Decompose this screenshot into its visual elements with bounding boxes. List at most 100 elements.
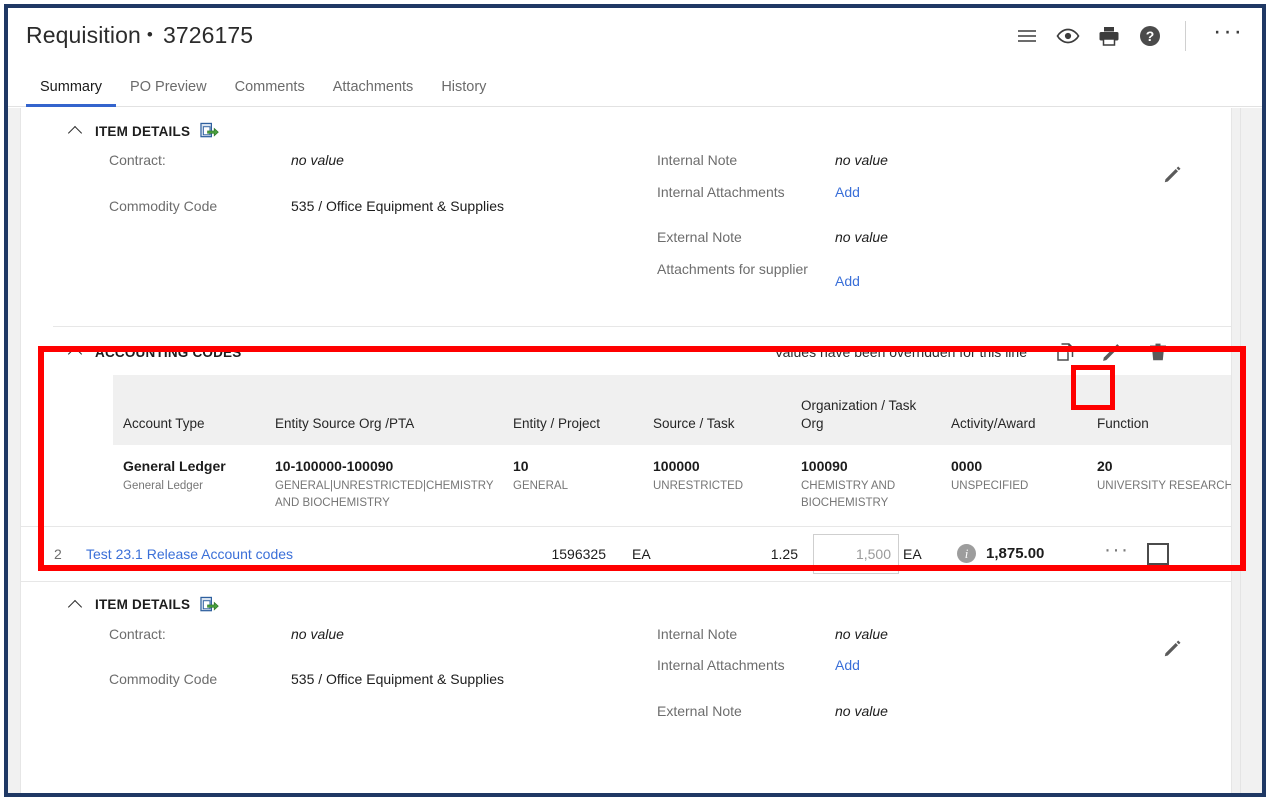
item-details-title-1: ITEM DETAILS	[95, 123, 191, 139]
cell-value: 0000	[951, 458, 983, 474]
column-entity-project: Entity / Project	[505, 375, 645, 445]
field-value: no value	[291, 152, 344, 168]
menu-icon[interactable]	[1015, 24, 1039, 48]
field-label: Internal Attachments	[657, 657, 785, 674]
field-label: Commodity Code	[109, 197, 218, 214]
field-label: Commodity Code	[109, 671, 218, 688]
item-details-header-2: ITEM DETAILS	[21, 582, 1231, 624]
item-details-left-column-2: Contract: no value Commodity Code 535 / …	[21, 624, 641, 733]
line-item-unit-of-measure: EA	[632, 545, 651, 562]
eye-icon[interactable]	[1056, 24, 1080, 48]
line-item-menu-button[interactable]: ···	[1104, 539, 1129, 563]
cell-organization-task-org: 100090 CHEMISTRY AND BIOCHEMISTRY	[793, 445, 943, 526]
tab-attachments[interactable]: Attachments	[319, 79, 428, 106]
item-details-header-1: ITEM DETAILS	[21, 108, 1231, 150]
quantity-input[interactable]	[813, 533, 899, 574]
item-details-right-column-1: Internal Note no value Internal Attachme…	[641, 150, 1231, 317]
content-scroll-area: ITEM DETAILS Contract: no value Commodit…	[8, 108, 1262, 793]
cell-activity-award: 0000 UNSPECIFIED	[943, 445, 1089, 526]
add-internal-attachment-link-1[interactable]: Add	[835, 184, 860, 200]
add-supplier-attachment-link-1[interactable]: Add	[835, 273, 860, 289]
help-icon[interactable]: ?	[1138, 24, 1162, 48]
line-item-catalog-number: 1596325	[551, 545, 606, 562]
item-details-title-2: ITEM DETAILS	[95, 597, 191, 613]
field-value: no value	[835, 625, 888, 642]
page-title: Requisition • 3726175	[26, 22, 253, 49]
item-details-section-2: ITEM DETAILS Contract: no value Commodit…	[21, 582, 1231, 733]
tab-comments[interactable]: Comments	[221, 79, 319, 106]
item-details-right-column-2: Internal Note no value Internal Attachme…	[641, 624, 1231, 733]
field-value: 535 / Office Equipment & Supplies	[291, 197, 504, 214]
cell-subvalue: GENERAL	[513, 480, 568, 493]
table-row: General Ledger General Ledger 10-100000-…	[113, 445, 1231, 526]
cell-value: 100000	[653, 458, 700, 474]
accounting-codes-section: ACCOUNTING CODES Values have been overri…	[21, 327, 1231, 526]
field-internal-attachments-2: Internal Attachments Add	[657, 655, 1231, 677]
cell-subvalue: UNRESTRICTED	[653, 480, 744, 493]
page-title-type: Requisition	[26, 22, 141, 48]
line-item-row-2[interactable]: 2 Test 23.1 Release Account codes 159632…	[21, 525, 1231, 582]
line-item-unit-price: 1.25	[770, 545, 798, 562]
field-internal-note-1: Internal Note no value	[657, 150, 1231, 172]
edit-item-details-pencil-1[interactable]	[1163, 164, 1183, 184]
column-entity-source-org-pta: Entity Source Org /PTA	[267, 375, 505, 445]
override-message: Values have been overridden for this lin…	[774, 344, 1027, 360]
line-item-number: 2	[54, 545, 62, 562]
cell-account-type: General Ledger General Ledger	[113, 445, 267, 526]
vertical-scrollbar[interactable]	[1240, 108, 1254, 793]
field-value: no value	[291, 625, 344, 642]
chevron-up-icon[interactable]	[69, 345, 83, 359]
column-organization-task-org: Organization / Task Org	[793, 375, 943, 445]
field-value: 535 / Office Equipment & Supplies	[291, 671, 504, 688]
application-window: Requisition • 3726175 ? ··· Summary PO P…	[4, 4, 1266, 797]
cell-function: 20 UNIVERSITY RESEARCH	[1089, 445, 1231, 526]
cell-subvalue: GENERAL|UNRESTRICTED|CHEMISTRY AND BIOCH…	[275, 480, 494, 509]
printer-icon[interactable]	[1097, 24, 1121, 48]
document-header: Requisition • 3726175 ? ···	[8, 8, 1262, 63]
cell-subvalue: CHEMISTRY AND BIOCHEMISTRY	[801, 480, 896, 509]
field-label: External Note	[657, 702, 742, 719]
cell-subvalue: UNSPECIFIED	[951, 480, 1029, 493]
field-label: Internal Note	[657, 152, 738, 168]
field-contract-1: Contract: no value	[109, 150, 641, 172]
cell-value: 10	[513, 458, 529, 474]
cell-value: General Ledger	[123, 458, 226, 474]
field-label: Contract:	[109, 625, 166, 642]
edit-pencil-icon[interactable]	[1089, 341, 1135, 363]
field-commodity-code-1: Commodity Code 535 / Office Equipment & …	[109, 196, 641, 218]
field-supplier-attachments-1: Attachments for supplier Add	[657, 259, 1231, 293]
tab-summary[interactable]: Summary	[26, 79, 117, 107]
table-header-row: Account Type Entity Source Org /PTA Enti…	[113, 375, 1231, 445]
line-item-select-checkbox[interactable]	[1147, 542, 1170, 565]
field-value: no value	[835, 702, 888, 719]
chevron-up-icon[interactable]	[69, 124, 83, 138]
cell-entity-project: 10 GENERAL	[505, 445, 645, 526]
line-item-name-link[interactable]: Test 23.1 Release Account codes	[86, 546, 486, 562]
edit-item-details-pencil-2[interactable]	[1163, 638, 1183, 658]
column-account-type: Account Type	[113, 375, 267, 445]
cell-subvalue: General Ledger	[123, 480, 203, 493]
requisition-number: 3726175	[162, 22, 254, 48]
info-icon[interactable]: i	[957, 544, 976, 564]
export-icon[interactable]	[190, 596, 219, 614]
more-options-button[interactable]: ···	[1209, 18, 1248, 48]
field-external-note-2: External Note no value	[657, 701, 1231, 723]
cell-value: 10-100000-100090	[275, 458, 394, 474]
accounting-codes-title: ACCOUNTING CODES	[95, 344, 242, 360]
export-icon[interactable]	[190, 122, 219, 140]
field-label: Internal Attachments	[657, 183, 785, 200]
cell-entity-source-org-pta: 10-100000-100090 GENERAL|UNRESTRICTED|CH…	[267, 445, 505, 526]
add-internal-attachment-link-2[interactable]: Add	[835, 657, 860, 673]
field-commodity-code-2: Commodity Code 535 / Office Equipment & …	[109, 669, 641, 691]
item-details-left-column-1: Contract: no value Commodity Code 535 / …	[21, 150, 641, 317]
trash-icon[interactable]	[1135, 341, 1181, 363]
title-separator: •	[146, 25, 153, 44]
tab-history[interactable]: History	[427, 79, 500, 106]
cell-value: 100090	[801, 458, 848, 474]
tab-po-preview[interactable]: PO Preview	[116, 79, 221, 106]
field-label: Contract:	[109, 152, 166, 168]
chevron-up-icon[interactable]	[69, 598, 83, 612]
copy-icon[interactable]	[1043, 341, 1089, 363]
tab-bar: Summary PO Preview Comments Attachments …	[8, 63, 1262, 107]
cell-value: 20	[1097, 458, 1113, 474]
